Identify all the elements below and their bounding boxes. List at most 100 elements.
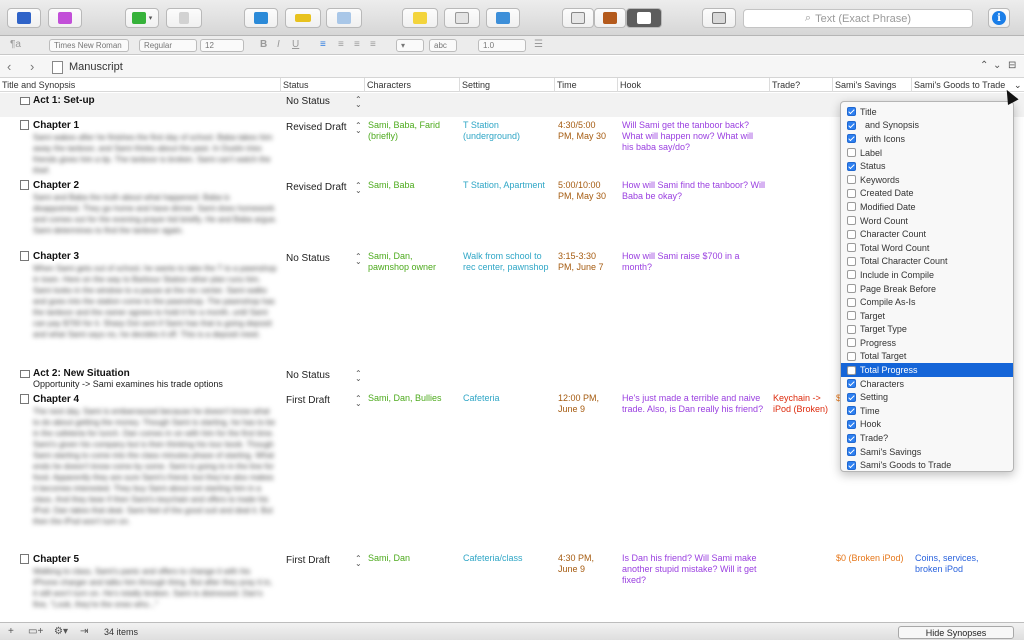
column-divider[interactable]	[459, 78, 460, 92]
column-header-hook[interactable]: Hook	[620, 80, 641, 90]
menu-item-column-toggle[interactable]: Total Character Count	[841, 255, 1013, 269]
menu-item-column-toggle[interactable]: Time	[841, 404, 1013, 418]
comment-button[interactable]	[402, 8, 438, 28]
row-status[interactable]: No Status	[286, 253, 330, 264]
align-left-icon[interactable]: ≡	[320, 39, 326, 50]
checkbox-icon[interactable]	[847, 406, 856, 416]
line-spacing-select[interactable]: 1.0	[478, 39, 526, 52]
forward-arrow-icon[interactable]: ›	[30, 59, 34, 74]
checkbox-icon[interactable]	[847, 216, 856, 226]
checkbox-icon[interactable]	[847, 161, 856, 171]
menu-item-column-toggle[interactable]: Progress	[841, 336, 1013, 350]
view-scrivenings-button[interactable]	[562, 8, 594, 28]
next-document-icon[interactable]: ⌄	[993, 60, 1001, 71]
bold-button[interactable]: B	[260, 39, 267, 50]
checkbox-icon[interactable]	[847, 419, 856, 429]
menu-item-column-toggle[interactable]: and Synopsis	[841, 119, 1013, 133]
add-icon[interactable]: +	[8, 626, 14, 637]
font-size-field[interactable]: 12	[200, 39, 244, 52]
checkbox-icon[interactable]	[847, 202, 856, 212]
column-header-characters[interactable]: Characters	[367, 80, 411, 90]
checkbox-icon[interactable]	[847, 175, 856, 185]
checkbox-icon[interactable]	[847, 365, 856, 375]
column-divider[interactable]	[364, 78, 365, 92]
checkbox-icon[interactable]	[847, 284, 856, 294]
menu-item-column-toggle[interactable]: Compile As-Is	[841, 295, 1013, 309]
checkbox-icon[interactable]	[847, 256, 856, 266]
status-stepper-icon[interactable]: ⌃ ⌄	[355, 182, 362, 195]
checkbox-icon[interactable]	[847, 270, 856, 280]
footnote-button[interactable]	[444, 8, 480, 28]
align-right-icon[interactable]: ≡	[354, 39, 360, 50]
menu-item-column-toggle[interactable]: Sami's Goods to Trade	[841, 458, 1013, 472]
split-editor-icon[interactable]: ⊟	[1008, 60, 1016, 71]
column-header-setting[interactable]: Setting	[462, 80, 490, 90]
checkbox-icon[interactable]	[847, 134, 856, 144]
row-status[interactable]: No Status	[286, 370, 330, 381]
view-corkboard-button[interactable]	[594, 8, 626, 28]
menu-item-column-toggle[interactable]: Target Type	[841, 323, 1013, 337]
menu-item-column-toggle[interactable]: Status	[841, 159, 1013, 173]
menu-item-column-toggle[interactable]: Title	[841, 105, 1013, 119]
menu-item-column-toggle[interactable]: Character Count	[841, 227, 1013, 241]
underline-button[interactable]: U	[292, 39, 299, 50]
column-header-status[interactable]: Status	[283, 80, 309, 90]
add-document-button[interactable]: ▾	[125, 8, 159, 28]
menu-item-column-toggle[interactable]: Sami's Savings	[841, 445, 1013, 459]
trash-button[interactable]	[166, 8, 202, 28]
menu-item-column-toggle[interactable]: with Icons	[841, 132, 1013, 146]
menu-item-column-toggle[interactable]: Word Count	[841, 214, 1013, 228]
add-folder-icon[interactable]: ▭+	[28, 626, 43, 637]
inspector-button[interactable]: i	[988, 8, 1010, 28]
menu-item-column-toggle[interactable]: Include in Compile	[841, 268, 1013, 282]
checkbox-icon[interactable]	[847, 107, 856, 117]
keywords-button[interactable]	[285, 8, 321, 28]
row-status[interactable]: First Draft	[286, 395, 330, 406]
chevron-down-icon[interactable]: ⌄	[1014, 80, 1022, 91]
status-stepper-icon[interactable]: ⌃ ⌄	[355, 122, 362, 135]
menu-item-column-toggle[interactable]: Label	[841, 146, 1013, 160]
gear-icon[interactable]: ⚙▾	[54, 626, 68, 637]
menu-item-column-toggle[interactable]: Total Target	[841, 350, 1013, 364]
menu-item-column-toggle[interactable]: Setting	[841, 390, 1013, 404]
align-center-icon[interactable]: ≡	[338, 39, 344, 50]
column-header-time[interactable]: Time	[557, 80, 577, 90]
table-row[interactable]: Chapter 5 Walking to class, Sami's panic…	[0, 552, 1024, 622]
column-header-goods[interactable]: Sami's Goods to Trade	[914, 80, 1005, 90]
row-status[interactable]: Revised Draft	[286, 182, 347, 193]
column-header-savings[interactable]: Sami's Savings	[835, 80, 896, 90]
checkbox-icon[interactable]	[847, 447, 856, 457]
checkbox-icon[interactable]	[847, 297, 856, 307]
list-style-icon[interactable]: ☰	[534, 39, 543, 50]
column-divider[interactable]	[617, 78, 618, 92]
collections-button[interactable]	[48, 8, 82, 28]
highlight-color-well[interactable]: abc	[429, 39, 457, 52]
back-arrow-icon[interactable]: ‹	[7, 59, 11, 74]
status-stepper-icon[interactable]: ⌃ ⌄	[355, 395, 362, 408]
column-divider[interactable]	[832, 78, 833, 92]
menu-item-column-toggle[interactable]: Keywords	[841, 173, 1013, 187]
column-header-title[interactable]: Title and Synopsis	[2, 80, 75, 90]
row-status[interactable]: No Status	[286, 96, 330, 107]
paragraph-style-menu[interactable]: ¶a	[10, 39, 21, 50]
font-family-select[interactable]: Times New Roman	[49, 39, 129, 52]
fullscreen-button[interactable]	[244, 8, 278, 28]
status-stepper-icon[interactable]: ⌃ ⌄	[355, 96, 362, 109]
checkbox-icon[interactable]	[847, 324, 856, 334]
view-outliner-button[interactable]	[626, 8, 662, 28]
search-input[interactable]: ⌕ Text (Exact Phrase)	[743, 9, 973, 28]
hide-synopses-button[interactable]: Hide Synopses	[898, 626, 1014, 639]
compile-button[interactable]	[486, 8, 520, 28]
menu-item-column-toggle[interactable]: Created Date	[841, 187, 1013, 201]
checkbox-icon[interactable]	[847, 188, 856, 198]
quick-reference-button[interactable]	[702, 8, 736, 28]
export-icon[interactable]: ⇥	[80, 626, 88, 637]
italic-button[interactable]: I	[277, 39, 280, 50]
checkbox-icon[interactable]	[847, 243, 856, 253]
text-color-well[interactable]: ▾	[396, 39, 424, 52]
checkbox-icon[interactable]	[847, 229, 856, 239]
checkbox-icon[interactable]	[847, 148, 856, 158]
binder-toggle-button[interactable]	[7, 8, 41, 28]
checkbox-icon[interactable]	[847, 433, 856, 443]
checkbox-icon[interactable]	[847, 392, 856, 402]
